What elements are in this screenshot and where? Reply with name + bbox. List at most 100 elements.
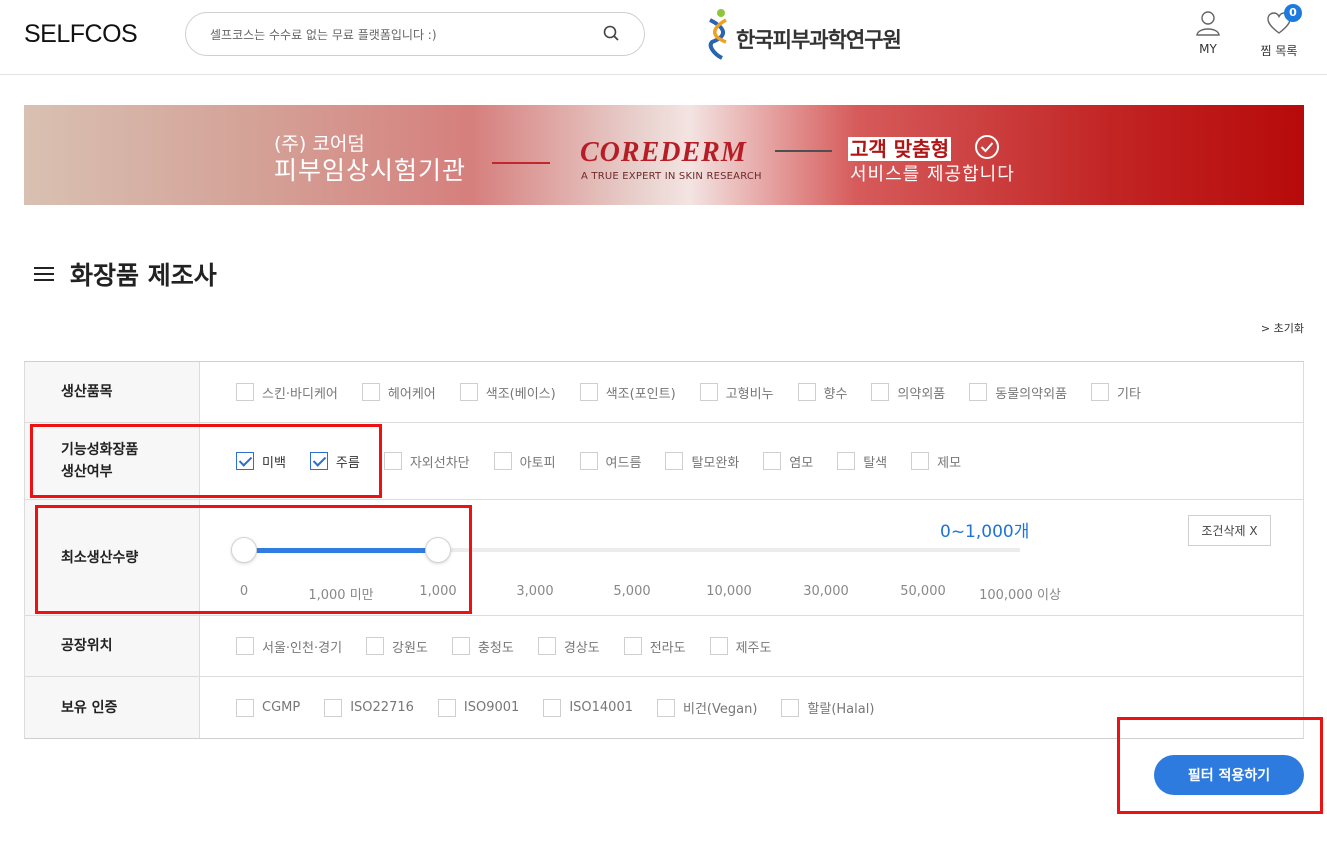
checkbox[interactable]: [537, 637, 556, 655]
checkbox-option[interactable]: 헤어케어: [361, 383, 436, 402]
checkbox[interactable]: [665, 452, 684, 470]
filter-label: 최소생산수량: [25, 500, 200, 615]
checkbox[interactable]: [324, 698, 343, 717]
checkbox-label: 스킨·바디케어: [262, 386, 338, 402]
checkbox-option[interactable]: 할랄(Halal): [781, 698, 874, 717]
checkbox-label: CGMP: [262, 700, 301, 715]
ad-banner[interactable]: (주) 코어덤 피부임상시험기관 COREDERM A TRUE EXPERT …: [24, 105, 1304, 205]
checkbox-option[interactable]: 주름: [309, 452, 360, 471]
checkbox-option[interactable]: 탈모완화: [665, 452, 739, 471]
checkbox[interactable]: [437, 698, 456, 717]
checkbox[interactable]: [236, 637, 254, 655]
checkbox[interactable]: [1091, 383, 1110, 401]
checkbox-option[interactable]: 여드름: [579, 452, 641, 471]
checkbox-label: 기타: [1117, 386, 1141, 402]
partner-name: 한국피부과학연구원: [736, 28, 902, 52]
slider-min-handle[interactable]: [231, 537, 257, 563]
search-icon[interactable]: [602, 24, 622, 44]
checkbox-option[interactable]: ISO9001: [437, 698, 520, 717]
checkbox-option[interactable]: 탈색: [837, 452, 887, 471]
checkbox[interactable]: [911, 452, 930, 470]
filter-row-product-category: 생산품목 스킨·바디케어 헤어케어 색조(베이스) 색조(포인트) 고형비누 향수 의약외품…: [25, 362, 1303, 423]
checkbox-label: 할랄(Halal): [807, 702, 875, 717]
wishlist-button[interactable]: 찜 목록 0: [1254, 4, 1304, 59]
checkbox[interactable]: [969, 383, 988, 401]
checkbox[interactable]: [543, 698, 562, 717]
checkbox-option[interactable]: 아토피: [493, 452, 556, 471]
checkbox-option[interactable]: 기타: [1091, 383, 1141, 402]
checkbox-label: 색조(포인트): [605, 386, 676, 402]
banner-brand-sub: A TRUE EXPERT IN SKIN RESEARCH: [581, 171, 762, 182]
checkbox-label: 미백: [262, 455, 286, 471]
checkbox[interactable]: [579, 383, 598, 401]
partner-emblem-icon: [708, 9, 727, 60]
checkbox[interactable]: [366, 637, 385, 655]
checkbox-option[interactable]: 제주도: [709, 637, 771, 656]
checkbox-option[interactable]: CGMP: [236, 698, 301, 717]
checkbox[interactable]: [657, 698, 675, 717]
checkbox-option[interactable]: 향수: [797, 383, 848, 402]
reset-filters-link[interactable]: > 초기화: [1261, 320, 1304, 336]
checkbox-option[interactable]: 서울·인천·경기: [236, 637, 342, 656]
checkbox-option[interactable]: 염모: [763, 452, 813, 471]
checkbox-option[interactable]: ISO22716: [324, 698, 414, 717]
checkbox[interactable]: [361, 383, 380, 401]
checkbox[interactable]: [781, 698, 800, 717]
checkbox[interactable]: [837, 452, 856, 470]
checkbox-label: ISO9001: [463, 700, 520, 715]
checkbox-option[interactable]: 색조(포인트): [579, 383, 676, 402]
checkbox[interactable]: [451, 637, 470, 655]
slider-max-handle[interactable]: [425, 537, 451, 563]
checkbox[interactable]: [383, 452, 402, 470]
checkbox-option[interactable]: 제모: [911, 452, 961, 471]
checkbox-checked[interactable]: [236, 452, 254, 470]
checkbox-label: 향수: [823, 386, 848, 402]
checkbox-label: 전라도: [649, 640, 686, 656]
filter-options: 스킨·바디케어 헤어케어 색조(베이스) 색조(포인트) 고형비누 향수 의약외품 동물의약외…: [200, 362, 1303, 422]
checkbox-label: 고형비누: [725, 386, 774, 402]
checkbox-option[interactable]: 충청도: [451, 637, 514, 656]
slider-tick-label: 50,000: [900, 584, 946, 599]
hamburger-menu-icon[interactable]: [34, 266, 54, 282]
checkbox[interactable]: [699, 383, 718, 401]
checkbox[interactable]: [579, 452, 598, 470]
search-bar[interactable]: [185, 12, 645, 56]
checkbox-option[interactable]: 전라도: [623, 637, 686, 656]
checkbox-option[interactable]: 강원도: [366, 637, 428, 656]
checkbox[interactable]: [709, 637, 728, 655]
checkbox-option[interactable]: 의약외품: [871, 383, 945, 402]
checkbox-label: 탈색: [863, 455, 888, 471]
wishlist-count-badge: 0: [1284, 4, 1302, 22]
checkbox-option[interactable]: 동물의약외품: [969, 383, 1067, 402]
page-title: 화장품 제조사: [34, 256, 217, 292]
checkbox[interactable]: [797, 383, 816, 401]
checkbox-option[interactable]: 자외선차단: [383, 452, 470, 471]
filter-row-factory-location: 공장위치 서울·인천·경기 강원도 충청도 경상도 전라도 제주도: [25, 616, 1303, 677]
apply-filter-button[interactable]: 필터 적용하기: [1154, 755, 1304, 795]
checkbox[interactable]: [236, 383, 254, 401]
my-page-button[interactable]: MY: [1183, 10, 1233, 56]
checkbox-label: 제모: [937, 455, 962, 471]
checkbox[interactable]: [236, 698, 254, 717]
search-input[interactable]: [210, 24, 590, 46]
checkbox-option[interactable]: 색조(베이스): [459, 383, 556, 402]
checkbox-option[interactable]: 비건(Vegan): [657, 698, 757, 717]
checkbox-label: 경상도: [563, 640, 600, 656]
clear-condition-button[interactable]: 조건삭제 X: [1188, 515, 1271, 546]
slider-tick-label: 0: [239, 584, 249, 599]
checkbox[interactable]: [493, 452, 512, 470]
checkbox-option[interactable]: 고형비누: [699, 383, 774, 402]
checkbox-label: 아토피: [519, 455, 556, 471]
filter-options: 미백 주름 자외선차단 아토피 여드름 탈모완화 염모 탈색 제모: [200, 423, 1303, 499]
checkbox-option[interactable]: 미백: [236, 452, 286, 471]
checkbox-option[interactable]: 스킨·바디케어: [236, 383, 338, 402]
checkbox-option[interactable]: ISO14001: [543, 698, 633, 717]
quantity-range-slider[interactable]: 0~1,000개 0 1,000 미만 1,000 3,000 5,000 10,000 3…: [200, 500, 1303, 615]
checkbox-checked[interactable]: [309, 452, 328, 470]
checkbox[interactable]: [459, 383, 478, 401]
checkbox[interactable]: [763, 452, 782, 470]
checkbox[interactable]: [623, 637, 642, 655]
checkbox-option[interactable]: 경상도: [537, 637, 600, 656]
site-logo[interactable]: SELFCOS: [24, 20, 138, 49]
checkbox[interactable]: [871, 383, 890, 401]
